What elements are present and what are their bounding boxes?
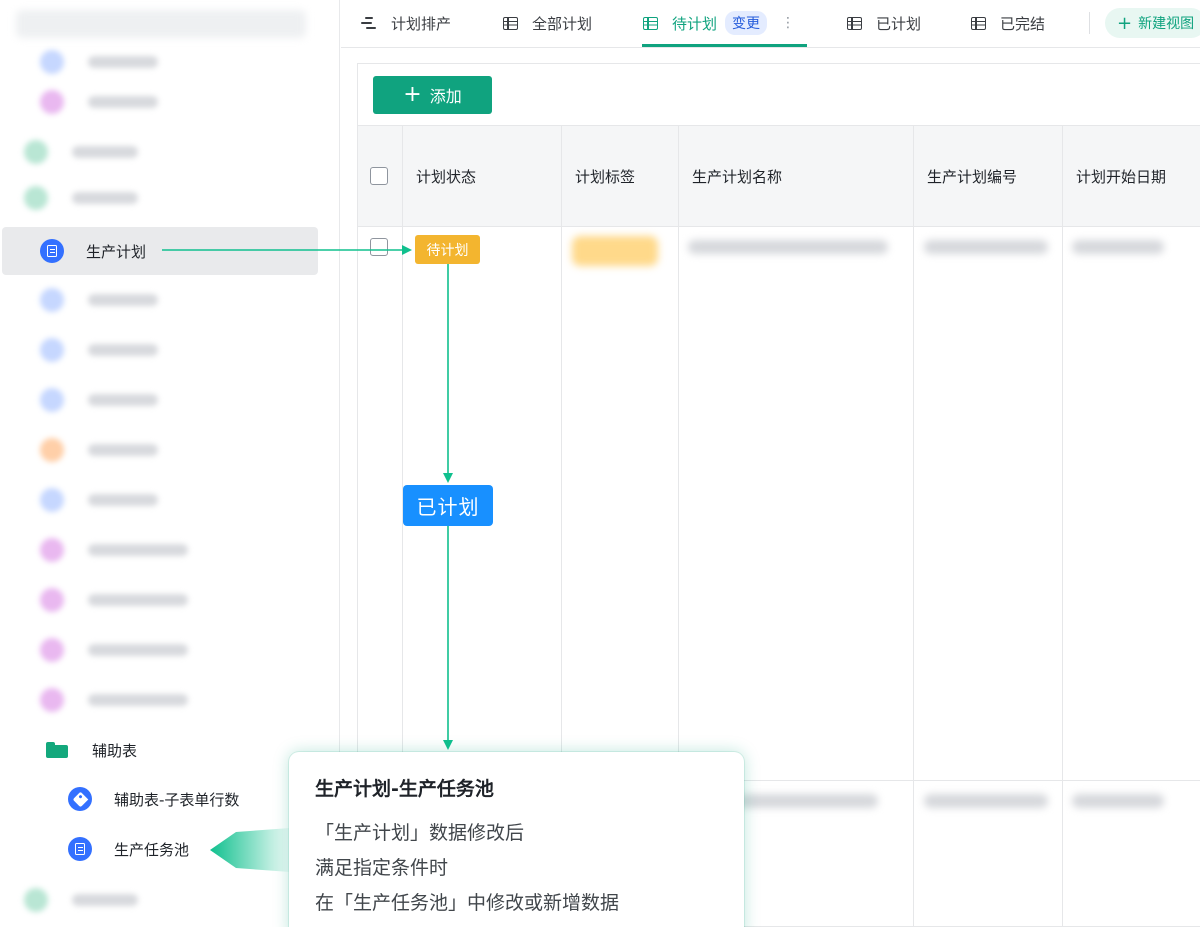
sidebar-item-blurred[interactable] <box>0 182 298 212</box>
table-icon <box>503 16 518 30</box>
tab-label: 计划排产 <box>391 14 452 33</box>
table-icon <box>971 16 986 30</box>
header-plan-status[interactable]: 计划状态 <box>402 126 476 226</box>
sidebar-folder-label: 辅助表 <box>92 741 138 760</box>
plus-icon: + <box>1117 12 1133 34</box>
select-all-cell <box>358 126 402 226</box>
column-divider <box>1062 125 1063 927</box>
tab-completed[interactable]: 已完结 <box>971 0 1045 46</box>
add-button[interactable]: + 添加 <box>373 76 492 114</box>
row-checkbox[interactable] <box>370 238 388 256</box>
sidebar-item-blurred[interactable] <box>14 684 314 714</box>
view-tabs: 计划排产 全部计划 待计划 变更 ⋮ 已计划 已完结 + 新建视图 <box>341 0 1200 48</box>
sidebar-item-blurred[interactable] <box>14 434 314 464</box>
callout-body: 「生产计划」数据修改后 满足指定条件时 在「生产任务池」中修改或新增数据 <box>315 821 718 916</box>
sidebar-item-blurred[interactable] <box>14 384 314 414</box>
blurred-name-cell <box>738 794 878 808</box>
sidebar-item-blurred[interactable] <box>14 534 314 564</box>
change-badge[interactable]: 变更 <box>725 11 768 35</box>
sidebar-item-blurred[interactable] <box>0 884 298 914</box>
blurred-name-cell <box>688 240 888 254</box>
more-icon[interactable]: ⋮ <box>781 15 795 31</box>
active-tab-indicator <box>642 44 807 47</box>
callout-line: 在「生产任务池」中修改或新增数据 <box>315 892 620 914</box>
sidebar-item-production-plan[interactable]: 生产计划 <box>2 227 318 275</box>
blurred-date-cell <box>1072 794 1164 808</box>
gantt-icon <box>361 16 377 30</box>
doc-icon <box>68 837 92 861</box>
tab-pending[interactable]: 待计划 变更 ⋮ <box>643 0 795 46</box>
header-plan-number[interactable]: 生产计划编号 <box>913 126 1017 226</box>
blurred-number-cell <box>924 240 1048 254</box>
automation-callout: 生产计划-生产任务池 「生产计划」数据修改后 满足指定条件时 在「生产任务池」中… <box>289 752 744 927</box>
blurred-number-cell <box>924 794 1048 808</box>
sidebar-item-blurred[interactable] <box>14 484 314 514</box>
column-divider <box>913 125 914 927</box>
tab-schedule[interactable]: 计划排产 <box>361 0 451 46</box>
sidebar-item-blurred[interactable] <box>14 46 314 76</box>
header-plan-tag[interactable]: 计划标签 <box>561 126 635 226</box>
sidebar-item-blurred[interactable] <box>0 136 298 166</box>
tab-divider <box>1089 12 1090 34</box>
table-header: 计划状态 计划标签 生产计划名称 生产计划编号 计划开始日期 <box>358 125 1200 227</box>
tab-planned[interactable]: 已计划 <box>847 0 921 46</box>
sidebar-folder-auxiliary[interactable]: 辅助表 <box>2 726 318 774</box>
sidebar-item-blurred[interactable] <box>14 584 314 614</box>
new-view-label: 新建视图 <box>1138 16 1195 32</box>
table-icon <box>643 16 658 30</box>
callout-title: 生产计划-生产任务池 <box>315 778 494 800</box>
folder-icon <box>46 742 68 758</box>
sidebar-item-label: 辅助表-子表单行数 <box>114 790 240 809</box>
sidebar-item-blurred[interactable] <box>14 634 314 664</box>
header-start-date[interactable]: 计划开始日期 <box>1062 126 1166 226</box>
select-all-checkbox[interactable] <box>370 167 388 185</box>
callout-line: 满足指定条件时 <box>315 857 449 879</box>
sidebar-item-task-pool[interactable]: 生产任务池 <box>2 825 318 873</box>
new-view-button[interactable]: + 新建视图 <box>1105 8 1200 38</box>
sidebar-item-blurred[interactable] <box>14 284 314 314</box>
status-tag-planned: 已计划 <box>403 485 493 526</box>
tab-label: 已完结 <box>1000 14 1046 33</box>
blurred-date-cell <box>1072 240 1164 254</box>
sidebar-item-blurred[interactable] <box>14 86 314 116</box>
blurred-tag-cell <box>572 236 658 266</box>
sidebar-item-label: 生产任务池 <box>114 840 190 859</box>
sidebar-item-blurred[interactable] <box>14 334 314 364</box>
plus-icon: + <box>403 82 422 107</box>
tab-label: 全部计划 <box>532 14 593 33</box>
table-icon <box>847 16 862 30</box>
tab-all-plans[interactable]: 全部计划 <box>503 0 592 46</box>
header-plan-name[interactable]: 生产计划名称 <box>678 126 782 226</box>
callout-line: 「生产计划」数据修改后 <box>315 822 525 844</box>
doc-icon <box>40 239 64 263</box>
status-tag-pending: 待计划 <box>415 235 480 264</box>
sidebar-item-label: 生产计划 <box>86 242 147 261</box>
add-button-label: 添加 <box>429 87 462 106</box>
tab-label: 已计划 <box>876 14 922 33</box>
sidebar-search-blurred[interactable] <box>16 10 306 38</box>
tab-label: 待计划 <box>672 14 718 33</box>
sidebar-item-subform-rows[interactable]: 辅助表-子表单行数 <box>2 775 318 823</box>
tag-icon <box>68 787 92 811</box>
